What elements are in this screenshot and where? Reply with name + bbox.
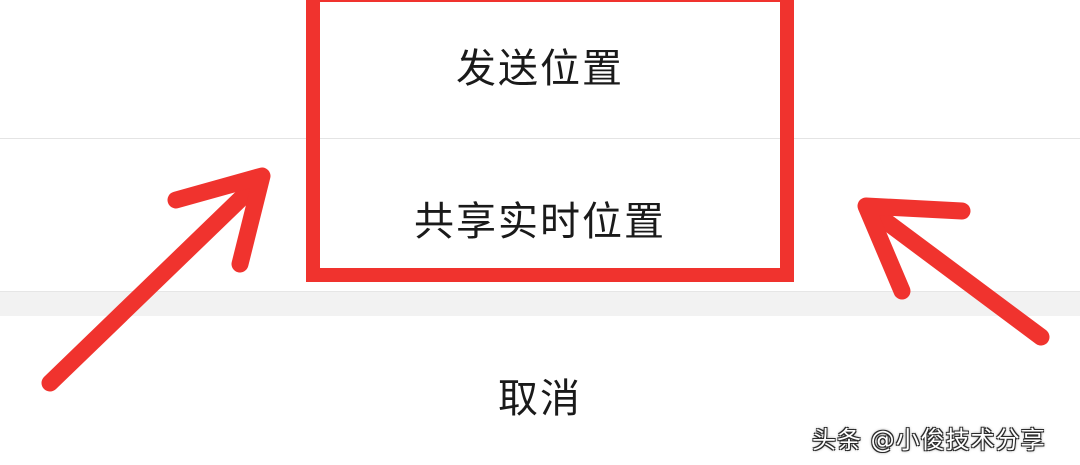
watermark: 头条 @小俊技术分享	[812, 426, 1046, 454]
action-sheet: 发送位置 共享实时位置 取消	[0, 0, 1080, 465]
share-live-location-option[interactable]: 共享实时位置	[0, 139, 1080, 291]
cancel-separator	[0, 291, 1080, 316]
send-location-label: 发送位置	[456, 46, 624, 92]
send-location-option[interactable]: 发送位置	[0, 0, 1080, 138]
section-divider	[0, 291, 1080, 292]
cancel-label: 取消	[498, 375, 582, 422]
share-live-location-label: 共享实时位置	[414, 199, 666, 245]
